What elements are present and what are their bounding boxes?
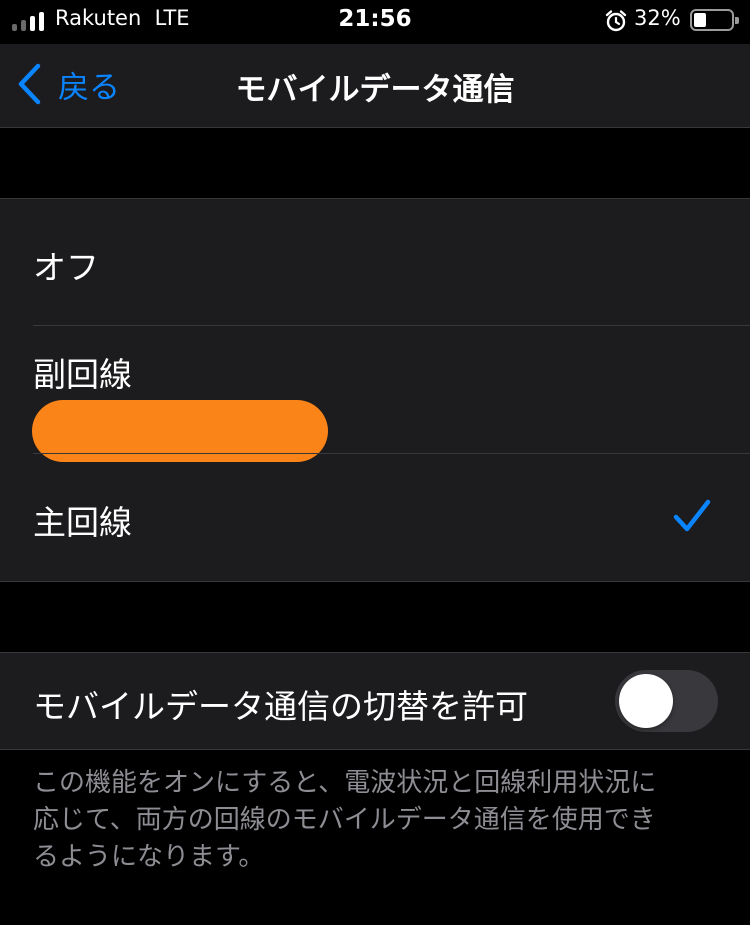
option-row-off[interactable]: オフ (0, 199, 750, 325)
battery-icon (690, 9, 739, 31)
battery-nub (735, 17, 739, 24)
option-label: オフ (33, 248, 99, 287)
allow-switching-row: モバイルデータ通信の切替を許可 (0, 653, 750, 749)
navigation-bar: 戻る モバイルデータ通信 (0, 44, 750, 128)
alarm-icon (605, 10, 627, 32)
checkmark-icon (673, 499, 711, 532)
page-title: モバイルデータ通信 (235, 72, 515, 108)
data-switching-group: モバイルデータ通信の切替を許可 (0, 652, 750, 750)
option-row-primary-line[interactable]: 主回線 (0, 453, 750, 581)
footer-line: るようになります。 (33, 842, 265, 872)
allow-switching-toggle[interactable] (615, 670, 718, 732)
footer-line: この機能をオンにすると、電波状況と回線利用状況に (33, 768, 657, 798)
allow-switching-label: モバイルデータ通信の切替を許可 (33, 687, 528, 726)
battery-percentage: 32% (634, 6, 681, 30)
toggle-knob (619, 674, 673, 728)
battery-fill (694, 13, 706, 27)
line-selection-group: オフ 副回線 主回線 (0, 198, 750, 582)
option-label: 副回線 (33, 355, 132, 394)
status-bar: Rakuten LTE 21:56 32% (0, 0, 750, 44)
footer-description: この機能をオンにすると、電波状況と回線利用状況に 応じて、両方の回線のモバイルデ… (33, 765, 723, 876)
footer-line: 応じて、両方の回線のモバイルデータ通信を使用でき (33, 805, 656, 835)
option-label: 主回線 (33, 503, 132, 542)
